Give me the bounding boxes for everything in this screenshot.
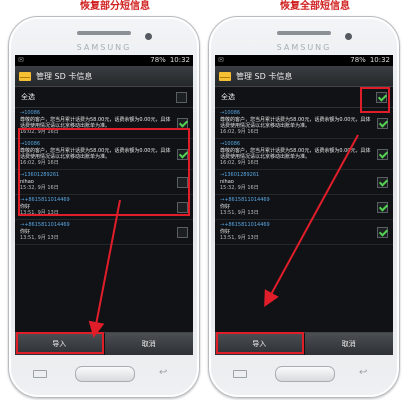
message-checkbox[interactable] bbox=[377, 148, 388, 160]
message-sender: →+8615811014469 bbox=[20, 222, 70, 228]
caption-full-restore: 恢复全部短信息 bbox=[280, 1, 350, 12]
envelope-icon bbox=[219, 71, 231, 81]
message-text: 尊敬的客户，您当月累计话费为58.00元，话费余额为0.00元，具体话费使用情况… bbox=[20, 117, 171, 129]
message-checkbox[interactable] bbox=[377, 226, 388, 238]
notification-icon: ✉ bbox=[218, 56, 224, 64]
select-all-checkbox[interactable] bbox=[176, 91, 187, 103]
list-item[interactable]: →+8615811014469 你好 13:51, 9月 13日 bbox=[15, 220, 193, 245]
brand-logo: SAMSUNG bbox=[276, 43, 332, 52]
list-item[interactable]: →13601289261 nihao 15:32, 9月 16日 bbox=[15, 170, 193, 195]
message-sender: →10086 bbox=[220, 141, 241, 147]
earpiece bbox=[277, 31, 331, 35]
message-checkbox[interactable] bbox=[177, 226, 188, 238]
message-time: 13:51, 9月 13日 bbox=[220, 210, 259, 216]
caption-partial-restore: 恢复部分短信息 bbox=[80, 1, 150, 12]
select-all-label: 全选 bbox=[221, 93, 235, 101]
message-time: 16:02, 9月 16日 bbox=[220, 160, 259, 166]
message-sender: →10086 bbox=[220, 110, 241, 116]
app-titlebar: 管理 SD 卡信息 bbox=[15, 66, 193, 87]
list-item[interactable]: →+8615811014469 你好 13:51, 9月 13日 bbox=[215, 195, 393, 220]
list-item[interactable]: →10086 尊敬的客户，您当月累计话费为58.00元，话费余额为0.00元，具… bbox=[15, 108, 193, 139]
list-item[interactable]: →10086 尊敬的客户，您当月累计话费为58.00元，话费余额为0.00元，具… bbox=[215, 139, 393, 170]
message-sender: →13601289261 bbox=[220, 172, 260, 178]
message-time: 13:51, 9月 13日 bbox=[220, 235, 259, 241]
message-list: →10086 尊敬的客户，您当月累计话费为58.00元，话费余额为0.00元，具… bbox=[15, 108, 193, 245]
message-time: 15:32, 9月 16日 bbox=[20, 185, 59, 191]
message-sender: →+8615811014469 bbox=[20, 197, 70, 203]
list-item[interactable]: →+8615811014469 你好 13:51, 9月 13日 bbox=[15, 195, 193, 220]
bottom-action-bar: 导入 取消 bbox=[215, 332, 393, 355]
status-bar: ✉ 78% 10:32 bbox=[215, 55, 393, 66]
list-item[interactable]: →13601289261 nihao 15:32, 9月 16日 bbox=[215, 170, 393, 195]
select-all-row[interactable]: 全选 bbox=[15, 87, 193, 108]
back-key-icon[interactable]: ↩ bbox=[359, 368, 367, 378]
message-sender: →+8615811014469 bbox=[220, 222, 270, 228]
list-item[interactable]: →+8615811014469 你好 13:51, 9月 13日 bbox=[215, 220, 393, 245]
list-item[interactable]: →10086 尊敬的客户，您当月累计话费为58.00元，话费余额为0.00元，具… bbox=[215, 108, 393, 139]
battery-percent: 78% bbox=[350, 56, 366, 64]
clock: 10:32 bbox=[369, 56, 390, 64]
select-all-label: 全选 bbox=[21, 93, 35, 101]
bottom-action-bar: 导入 取消 bbox=[15, 332, 193, 355]
clock: 10:32 bbox=[169, 56, 190, 64]
select-all-checkbox[interactable] bbox=[376, 91, 387, 103]
cancel-button[interactable]: 取消 bbox=[304, 333, 393, 355]
message-time: 16:02, 9月 16日 bbox=[20, 129, 59, 135]
menu-key-icon[interactable] bbox=[33, 370, 47, 378]
import-button[interactable]: 导入 bbox=[215, 333, 305, 355]
message-text: 尊敬的客户，您当月累计话费为58.00元，话费余额为0.00元，具体话费使用情况… bbox=[20, 148, 171, 160]
brand-logo: SAMSUNG bbox=[76, 43, 132, 52]
phone-left: SAMSUNG ✉ 78% 10:32 管理 SD 卡信息 全选 →10086 … bbox=[8, 16, 200, 398]
cancel-button[interactable]: 取消 bbox=[104, 333, 193, 355]
home-button[interactable] bbox=[275, 366, 335, 382]
envelope-icon bbox=[19, 71, 31, 81]
app-title: 管理 SD 卡信息 bbox=[236, 71, 293, 81]
message-sender: →13601289261 bbox=[20, 172, 60, 178]
status-bar: ✉ 78% 10:32 bbox=[15, 55, 193, 66]
home-button[interactable] bbox=[75, 366, 135, 382]
message-sender: →10086 bbox=[20, 141, 41, 147]
message-checkbox[interactable] bbox=[177, 176, 188, 188]
menu-key-icon[interactable] bbox=[233, 370, 247, 378]
hardware-keys: ↩ bbox=[209, 362, 399, 386]
battery-percent: 78% bbox=[150, 56, 166, 64]
screen-right: ✉ 78% 10:32 管理 SD 卡信息 全选 →10086 尊敬的客户，您当… bbox=[215, 55, 393, 355]
import-button[interactable]: 导入 bbox=[15, 333, 105, 355]
message-text: 尊敬的客户，您当月累计话费为58.00元，话费余额为0.00元，具体话费使用情况… bbox=[220, 148, 371, 160]
message-time: 13:51, 9月 13日 bbox=[20, 235, 59, 241]
message-checkbox[interactable] bbox=[377, 117, 388, 129]
message-text: 尊敬的客户，您当月累计话费为58.00元，话费余额为0.00元，具体话费使用情况… bbox=[220, 117, 371, 129]
camera-icon bbox=[345, 33, 352, 40]
message-checkbox[interactable] bbox=[177, 148, 188, 160]
list-item[interactable]: →10086 尊敬的客户，您当月累计话费为58.00元，话费余额为0.00元，具… bbox=[15, 139, 193, 170]
earpiece bbox=[77, 31, 131, 35]
message-list: →10086 尊敬的客户，您当月累计话费为58.00元，话费余额为0.00元，具… bbox=[215, 108, 393, 245]
camera-icon bbox=[145, 33, 152, 40]
message-time: 16:02, 9月 16日 bbox=[20, 160, 59, 166]
back-key-icon[interactable]: ↩ bbox=[159, 368, 167, 378]
phone-right: SAMSUNG ✉ 78% 10:32 管理 SD 卡信息 全选 →10086 … bbox=[208, 16, 400, 398]
message-time: 13:51, 9月 13日 bbox=[20, 210, 59, 216]
select-all-row[interactable]: 全选 bbox=[215, 87, 393, 108]
message-sender: →10086 bbox=[20, 110, 41, 116]
message-checkbox[interactable] bbox=[177, 117, 188, 129]
hardware-keys: ↩ bbox=[9, 362, 199, 386]
app-title: 管理 SD 卡信息 bbox=[36, 71, 93, 81]
message-checkbox[interactable] bbox=[377, 201, 388, 213]
notification-icon: ✉ bbox=[18, 56, 24, 64]
message-sender: →+8615811014469 bbox=[220, 197, 270, 203]
message-time: 16:02, 9月 16日 bbox=[220, 129, 259, 135]
screen-left: ✉ 78% 10:32 管理 SD 卡信息 全选 →10086 尊敬的客户，您当… bbox=[15, 55, 193, 355]
message-checkbox[interactable] bbox=[377, 176, 388, 188]
message-time: 15:32, 9月 16日 bbox=[220, 185, 259, 191]
app-titlebar: 管理 SD 卡信息 bbox=[215, 66, 393, 87]
message-checkbox[interactable] bbox=[177, 201, 188, 213]
